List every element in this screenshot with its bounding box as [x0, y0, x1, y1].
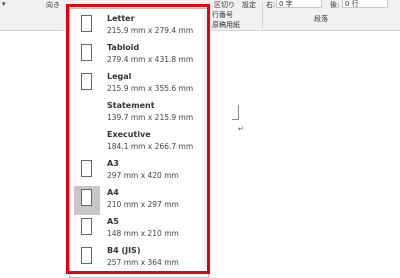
- page-icon: [81, 73, 92, 90]
- paper-size-name: A3: [107, 159, 119, 168]
- page-icon-box: [74, 70, 100, 99]
- page-icon-box: [74, 157, 100, 186]
- page-icon-box: [74, 186, 100, 215]
- dropdown-arrow-icon[interactable]: ▾: [2, 0, 6, 8]
- paper-size-dims: 257 mm x 364 mm: [107, 258, 179, 267]
- paper-size-dims: 297 mm x 420 mm: [107, 171, 179, 180]
- paper-size-item-a5[interactable]: A5 148 mm x 210 mm: [74, 215, 206, 244]
- paper-size-name: Tabloid: [107, 43, 140, 52]
- paper-size-name: Executive: [107, 130, 151, 139]
- page-icon: [81, 15, 92, 32]
- paper-size-item-tabloid[interactable]: Tabloid 279.4 mm x 431.8 mm: [74, 41, 206, 70]
- ribbon-separator: [262, 2, 263, 28]
- paper-size-item-legal[interactable]: Legal 215.9 mm x 355.6 mm: [74, 70, 206, 99]
- paper-size-item-a4[interactable]: A4 210 mm x 297 mm: [74, 186, 206, 215]
- paragraph-mark: ↵: [238, 125, 244, 133]
- paper-size-name: B4 (JIS): [107, 246, 141, 255]
- setting-button[interactable]: 設定: [242, 0, 256, 10]
- paper-size-dims: 184.1 mm x 266.7 mm: [107, 142, 194, 151]
- paper-size-name: A4: [107, 188, 119, 197]
- paragraph-group-label: 段落: [314, 15, 328, 23]
- paper-size-item-a3[interactable]: A3 297 mm x 420 mm: [74, 157, 206, 186]
- paper-size-dims: 139.7 mm x 215.9 mm: [107, 113, 194, 122]
- page-icon-box: [74, 215, 100, 244]
- page-icon: [81, 247, 92, 264]
- paper-size-dims: 215.9 mm x 355.6 mm: [107, 84, 194, 93]
- margin-corner-mark: [232, 105, 239, 120]
- paper-size-dims: 148 mm x 210 mm: [107, 229, 179, 238]
- page-icon-box: [74, 244, 100, 273]
- paper-size-dims: 210 mm x 297 mm: [107, 200, 179, 209]
- page-icon-box: [74, 128, 100, 157]
- spacing-after-label: 後:: [330, 1, 340, 9]
- paper-size-item-statement[interactable]: Statement 139.7 mm x 215.9 mm: [74, 99, 206, 128]
- paper-size-name: Legal: [107, 72, 132, 81]
- indent-right-input[interactable]: 0 字: [276, 0, 322, 8]
- page-icon: [81, 44, 92, 61]
- page-icon-box: [74, 41, 100, 70]
- paper-size-name: A5: [107, 217, 119, 226]
- orientation-button[interactable]: 向き: [46, 0, 60, 10]
- page-icon-box: [74, 99, 100, 128]
- manuscript-group-label: 原稿用紙: [212, 21, 240, 29]
- page-icon: [81, 189, 92, 206]
- paper-size-dims: 279.4 mm x 431.8 mm: [107, 55, 194, 64]
- page-icon: [81, 218, 92, 235]
- page-icon-box: [74, 12, 100, 41]
- lines-button[interactable]: 行番号: [212, 10, 233, 20]
- paper-size-item-executive[interactable]: Executive 184.1 mm x 266.7 mm: [74, 128, 206, 157]
- paper-size-name: Statement: [107, 101, 155, 110]
- indent-right-label: 右:: [266, 1, 276, 9]
- paper-size-item-b4-jis[interactable]: B4 (JIS) 257 mm x 364 mm: [74, 244, 206, 273]
- spacing-after-input[interactable]: 0 行: [342, 0, 388, 8]
- paper-size-item-letter[interactable]: Letter 215.9 mm x 279.4 mm: [74, 12, 206, 41]
- paper-size-name: Letter: [107, 14, 135, 23]
- page-icon: [81, 160, 92, 177]
- breaks-button[interactable]: 区切り: [214, 0, 235, 10]
- paper-size-dims: 215.9 mm x 279.4 mm: [107, 26, 194, 35]
